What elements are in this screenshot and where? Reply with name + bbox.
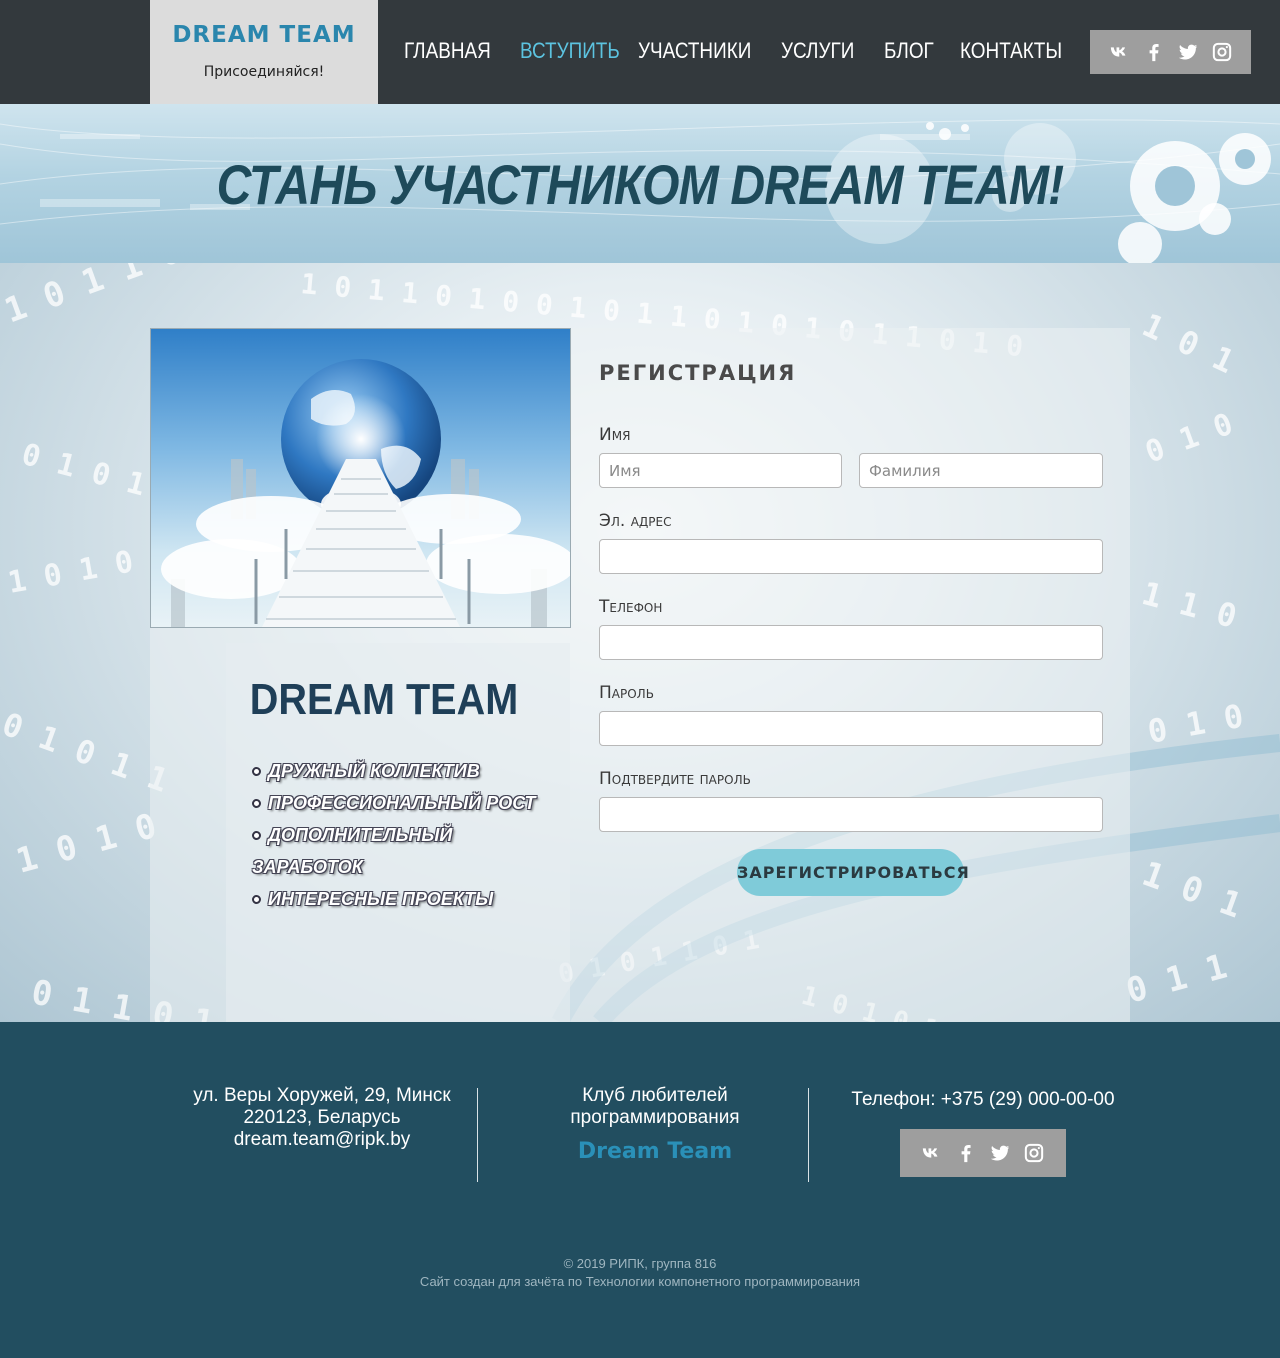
confirm-password-input[interactable] xyxy=(599,797,1103,832)
list-item: ДОПОЛНИТЕЛЬНЫЙ ЗАРАБОТОК xyxy=(252,819,552,883)
feature-text: ДРУЖНЫЙ КОЛЛЕКТИВ xyxy=(268,761,480,781)
header-social-links xyxy=(1090,30,1251,74)
vk-icon[interactable] xyxy=(1109,41,1131,63)
bullet-icon xyxy=(252,767,261,776)
svg-text:0 1 0: 0 1 0 xyxy=(1141,407,1238,471)
footer-email-link[interactable]: dream.team@ripk.by xyxy=(172,1129,472,1151)
footer-divider xyxy=(808,1088,809,1182)
last-name-input[interactable] xyxy=(859,453,1103,488)
svg-text:1 0 1 0: 1 0 1 0 xyxy=(12,806,161,882)
twitter-icon[interactable] xyxy=(989,1142,1011,1164)
address-line-1: ул. Веры Хоружей, 29, Минск xyxy=(193,1085,451,1106)
logo-subtitle: Присоединяйся! xyxy=(203,64,325,80)
footer-divider xyxy=(477,1088,478,1182)
twitter-icon[interactable] xyxy=(1177,41,1199,63)
email-input[interactable] xyxy=(599,539,1103,574)
nav-item-blog[interactable]: БЛОГ xyxy=(884,38,934,64)
facebook-icon[interactable] xyxy=(1143,41,1165,63)
club-line-2: программирования xyxy=(570,1107,740,1128)
banner-title: СТАНЬ УЧАСТНИКОМ DREAM TEAM! xyxy=(216,153,1065,216)
site-header: DREAM TEAM Присоединяйся! ГЛАВНАЯ ВСТУПИ… xyxy=(0,0,1280,104)
phone-label: Телефон xyxy=(599,597,663,617)
svg-text:1 0 1 1 0: 1 0 1 1 0 xyxy=(0,263,186,331)
svg-text:0 1 0 1: 0 1 0 1 xyxy=(18,437,149,504)
footer-brand: Dream Team xyxy=(577,1139,733,1164)
footer-address: ул. Веры Хоружей, 29, Минск 220123, Бела… xyxy=(172,1085,472,1151)
list-item: ДРУЖНЫЙ КОЛЛЕКТИВ xyxy=(252,755,552,787)
password-label: Пароль xyxy=(599,683,654,703)
svg-text:1 0 1: 1 0 1 xyxy=(1137,854,1247,927)
bullet-icon xyxy=(252,831,261,840)
svg-text:1 0 1: 1 0 1 xyxy=(1137,306,1240,381)
footer-social-links xyxy=(900,1129,1066,1177)
nav-item-members[interactable]: УЧАСТНИКИ xyxy=(638,38,751,64)
copyright-line: © 2019 РИПК, группа 816 xyxy=(563,1256,717,1271)
stairway-globe-image xyxy=(150,328,571,628)
registration-section: 1 0 1 1 0 0 1 0 1 1 0 1 0 0 1 0 1 1 1 0 … xyxy=(0,263,1280,1022)
svg-text:0 1 1: 0 1 1 xyxy=(1122,947,1231,1012)
vk-icon[interactable] xyxy=(921,1142,943,1164)
feature-list: ДРУЖНЫЙ КОЛЛЕКТИВ ПРОФЕССИОНАЛЬНЫЙ РОСТ … xyxy=(252,755,552,915)
nav-item-join[interactable]: ВСТУПИТЬ xyxy=(520,38,620,64)
footer-club: Клуб любителей программирования Dream Te… xyxy=(505,1085,805,1163)
hero-banner: СТАНЬ УЧАСТНИКОМ DREAM TEAM! xyxy=(0,104,1280,263)
feature-text: ДОПОЛНИТЕЛЬНЫЙ ЗАРАБОТОК xyxy=(252,825,453,877)
svg-text:1 0 1 0: 1 0 1 0 xyxy=(5,544,136,600)
club-line-1: Клуб любителей xyxy=(582,1085,728,1106)
site-footer: ул. Веры Хоружей, 29, Минск 220123, Бела… xyxy=(0,1022,1280,1358)
promo-title: DREAM TEAM xyxy=(249,675,519,724)
nav-item-contacts[interactable]: КОНТАКТЫ xyxy=(960,38,1062,64)
footer-phone: Телефон: +375 (29) 000-00-00 xyxy=(851,1089,1115,1110)
form-title: РЕГИСТРАЦИЯ xyxy=(599,361,797,385)
first-name-input[interactable] xyxy=(599,453,842,488)
list-item: ПРОФЕССИОНАЛЬНЫЙ РОСТ xyxy=(252,787,552,819)
nav-item-services[interactable]: УСЛУГИ xyxy=(781,38,854,64)
logo[interactable]: DREAM TEAM Присоединяйся! xyxy=(150,0,378,104)
logo-title: DREAM TEAM xyxy=(172,22,356,48)
feature-text: ИНТЕРЕСНЫЕ ПРОЕКТЫ xyxy=(268,889,494,909)
nav-item-home[interactable]: ГЛАВНАЯ xyxy=(404,38,491,64)
name-label: Имя xyxy=(599,425,631,445)
svg-text:1 1 0: 1 1 0 xyxy=(1138,574,1241,636)
password-input[interactable] xyxy=(599,711,1103,746)
confirm-password-label: Подтвердите пароль xyxy=(599,769,751,789)
address-line-2: 220123, Беларусь xyxy=(243,1107,401,1128)
email-label: Эл. адрес xyxy=(599,511,672,531)
phone-input[interactable] xyxy=(599,625,1103,660)
copyright-note: Сайт создан для зачёта по Технологии ком… xyxy=(419,1274,861,1289)
list-item: ИНТЕРЕСНЫЕ ПРОЕКТЫ xyxy=(252,883,552,915)
bullet-icon xyxy=(252,799,261,808)
copyright: © 2019 РИПК, группа 816 Сайт создан для … xyxy=(0,1255,1280,1291)
facebook-icon[interactable] xyxy=(955,1142,977,1164)
bullet-icon xyxy=(252,895,261,904)
instagram-icon[interactable] xyxy=(1211,41,1233,63)
svg-text:0 1 0 1 1: 0 1 0 1 1 xyxy=(0,705,173,800)
feature-text: ПРОФЕССИОНАЛЬНЫЙ РОСТ xyxy=(268,793,536,813)
register-button[interactable]: ЗАРЕГИСТРИРОВАТЬСЯ xyxy=(737,849,969,896)
instagram-icon[interactable] xyxy=(1023,1142,1045,1164)
